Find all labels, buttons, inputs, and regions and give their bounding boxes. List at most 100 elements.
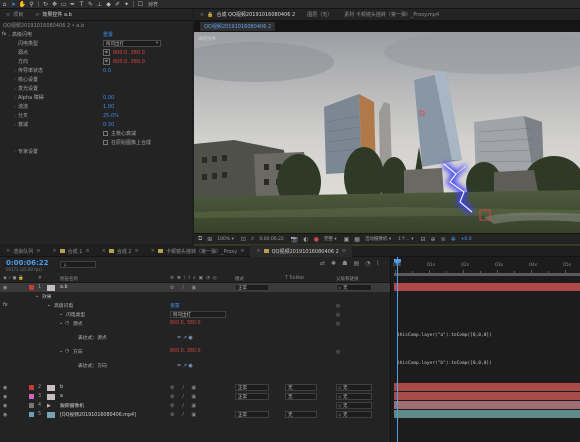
layer-name-column[interactable]: 图层名称 bbox=[60, 276, 78, 282]
tab-project[interactable]: ≡ 项目 bbox=[0, 9, 29, 21]
layer-switches[interactable]: ⚙ / ▣ bbox=[170, 394, 199, 400]
layer-name[interactable]: [QQ视频20191016080406.mp4] bbox=[60, 411, 136, 418]
layer-row[interactable]: ◉ 5 [QQ视频20191016080406.mp4] ⚙ / ▣ 正常 无 无 bbox=[0, 410, 390, 419]
layer-switches[interactable]: ⚙ / ▣ bbox=[170, 285, 199, 291]
panel-menu-icon[interactable]: ≡ bbox=[200, 12, 204, 18]
layer-search-input[interactable]: ρ bbox=[60, 261, 96, 268]
blend-mode-select[interactable]: 正常 bbox=[235, 384, 269, 391]
property-row[interactable]: 表达式：方向 =↗◉ bbox=[0, 361, 390, 370]
track-matte-select[interactable]: 无 bbox=[285, 411, 317, 418]
twirl-arrow-icon[interactable]: ⌄ bbox=[59, 349, 63, 354]
crosshair-point-icon[interactable]: ⌖ bbox=[103, 49, 110, 56]
parent-select[interactable]: 无 bbox=[336, 402, 372, 409]
track-matte-select[interactable]: 无 bbox=[285, 384, 317, 391]
current-time-display[interactable]: 0:00:06:22 bbox=[6, 259, 49, 267]
mask-visibility-icon[interactable]: ⌕ bbox=[251, 235, 254, 243]
fx-icon[interactable]: fx bbox=[2, 32, 6, 37]
exposure-icon[interactable]: ✲ bbox=[451, 236, 456, 243]
home-icon[interactable]: ⌂ bbox=[0, 0, 9, 8]
effect-property-value[interactable]: 25.0% bbox=[103, 113, 119, 119]
brush-tool-icon[interactable]: ✎ bbox=[86, 0, 95, 8]
visibility-eye-icon[interactable]: ◉ bbox=[3, 412, 7, 418]
close-icon[interactable]: × bbox=[256, 248, 260, 254]
layer-name[interactable]: a bbox=[60, 394, 63, 399]
time-ruler[interactable]: 00s01s02s03s04s05s bbox=[391, 259, 580, 273]
visibility-eye-icon[interactable]: ◉ bbox=[3, 394, 7, 400]
effect-property-row[interactable]: › 分叉 25.0% bbox=[0, 111, 192, 120]
panel-menu-icon[interactable]: ≡ bbox=[85, 248, 89, 254]
parent-select[interactable]: 无 bbox=[336, 393, 372, 400]
roto-brush-icon[interactable]: ✐ bbox=[113, 0, 122, 8]
layer-duration-bar[interactable] bbox=[394, 383, 580, 391]
twirl-arrow-icon[interactable]: ⌄ bbox=[59, 321, 63, 326]
tab-layer[interactable]: 图层（无） bbox=[301, 9, 338, 21]
property-row[interactable]: 表达式：源点 =↗◉ bbox=[0, 333, 390, 342]
selection-tool-icon[interactable]: ➤ bbox=[9, 0, 18, 8]
effect-property-value[interactable]: 0.00 bbox=[103, 95, 114, 101]
effect-property-value[interactable]: 0.30 bbox=[103, 122, 114, 128]
viewer-timecode[interactable]: 0:00:06:22 bbox=[259, 237, 284, 242]
label-color-swatch[interactable] bbox=[29, 403, 34, 408]
resolution-dropdown[interactable]: 完整 ▾ bbox=[324, 236, 337, 243]
effect-property-value[interactable]: 800.0, 380.0 bbox=[113, 59, 145, 65]
effect-property-row[interactable]: › 湍流 1.00 bbox=[0, 102, 192, 111]
label-color-swatch[interactable] bbox=[29, 394, 34, 399]
pick-whip-icon[interactable]: ◎ bbox=[336, 349, 340, 355]
expression-controls-icons[interactable]: =↗◉ bbox=[177, 363, 194, 369]
orbit-camera-icon[interactable]: ↻ bbox=[41, 0, 50, 8]
parent-select[interactable]: 无 bbox=[336, 411, 372, 418]
timeline-tab[interactable]: × 合成 2 ≡ bbox=[96, 245, 145, 257]
layer-row[interactable]: ◉ 4 ▶ 跟踪摄像机 ⚙ / ▣ 无 bbox=[0, 401, 390, 410]
layer-switches[interactable]: ⚙ / ▣ bbox=[170, 403, 199, 409]
exposure-value[interactable]: +0.0 bbox=[461, 237, 472, 242]
clone-stamp-icon[interactable]: ⊥ bbox=[95, 0, 104, 8]
snapshot-camera-icon[interactable]: 📷 bbox=[291, 236, 298, 243]
mode-column[interactable]: 模式 bbox=[235, 276, 244, 282]
graph-editor-icon[interactable]: ⌇ bbox=[376, 260, 379, 267]
parent-select[interactable]: 无 bbox=[336, 384, 372, 391]
effect-property-row[interactable]: 闪电类型 阿司出打 ▾ bbox=[0, 39, 192, 48]
render-icon[interactable]: ⊕ bbox=[431, 236, 436, 243]
effect-property-row[interactable]: 主核心衰减 bbox=[0, 129, 192, 138]
views-dropdown[interactable]: 1个... ▾ bbox=[398, 236, 413, 243]
layer-row[interactable]: ◉ 2 b ⚙ / ▣ 正常 无 无 bbox=[0, 383, 390, 392]
visibility-eye-icon[interactable]: ◉ bbox=[3, 403, 7, 409]
type-tool-icon[interactable]: T bbox=[77, 0, 86, 8]
lock-icon[interactable]: 🔒 bbox=[207, 12, 213, 18]
panel-menu-icon[interactable]: ≡ bbox=[342, 248, 346, 254]
blend-mode-select[interactable]: 正常 bbox=[235, 284, 269, 291]
time-graph[interactable]: 00s01s02s03s04s05s thisComp.layer("a").t… bbox=[390, 257, 580, 442]
pick-whip-icon[interactable]: ◎ bbox=[336, 303, 340, 309]
property-value[interactable]: 800.0, 380.0 bbox=[170, 321, 201, 326]
layer-name[interactable]: a.b bbox=[60, 285, 68, 290]
snapping-checkbox-icon[interactable]: ☐ bbox=[136, 0, 145, 8]
pan-behind-icon[interactable]: ✥ bbox=[50, 0, 59, 8]
layer-name[interactable]: b bbox=[60, 385, 63, 390]
visibility-eye-icon[interactable]: ◉ bbox=[3, 285, 7, 291]
close-icon[interactable]: × bbox=[151, 248, 155, 254]
effect-property-row[interactable]: › 核心设置 bbox=[0, 75, 192, 84]
property-row[interactable]: ⌄ 效果 bbox=[0, 292, 390, 301]
composition-canvas[interactable]: 卓越技术 bbox=[194, 32, 580, 254]
effect-property-row[interactable]: 在原始图像上合成 bbox=[0, 138, 192, 147]
timeline-tab[interactable]: × 合成 1 ≡ bbox=[46, 245, 95, 257]
motion-blur-icon[interactable]: ◔ bbox=[365, 260, 370, 267]
hand-tool-icon[interactable]: ✋ bbox=[18, 0, 27, 8]
panel-menu-icon[interactable]: ≡ bbox=[240, 248, 244, 254]
puppet-pin-icon[interactable]: ✦ bbox=[122, 0, 131, 8]
layer-row[interactable]: ◉ 3 a ⚙ / ▣ 正常 无 无 bbox=[0, 392, 390, 401]
transparency-grid-icon[interactable]: ▦ bbox=[354, 236, 360, 243]
work-area-bar[interactable] bbox=[394, 273, 580, 276]
timeline-tab[interactable]: × 渲染队列 ≡ bbox=[0, 245, 46, 257]
pick-whip-icon[interactable]: ◎ bbox=[336, 312, 340, 318]
fx-icon[interactable]: fx bbox=[3, 303, 8, 308]
workspace-label[interactable]: 对齐 bbox=[145, 1, 161, 8]
pen-tool-icon[interactable]: ✒ bbox=[68, 0, 77, 8]
visibility-eye-icon[interactable]: ◉ bbox=[3, 385, 7, 391]
zoom-dropdown[interactable]: 100% ▾ bbox=[217, 237, 234, 242]
layer-switches[interactable]: ⚙ / ▣ bbox=[170, 412, 199, 418]
effect-property-row[interactable]: › 衰减 0.30 bbox=[0, 120, 192, 129]
toggle-pixel-icon[interactable]: ⊟ bbox=[421, 236, 426, 243]
close-icon[interactable]: × bbox=[102, 248, 106, 254]
label-color-swatch[interactable] bbox=[29, 285, 34, 290]
